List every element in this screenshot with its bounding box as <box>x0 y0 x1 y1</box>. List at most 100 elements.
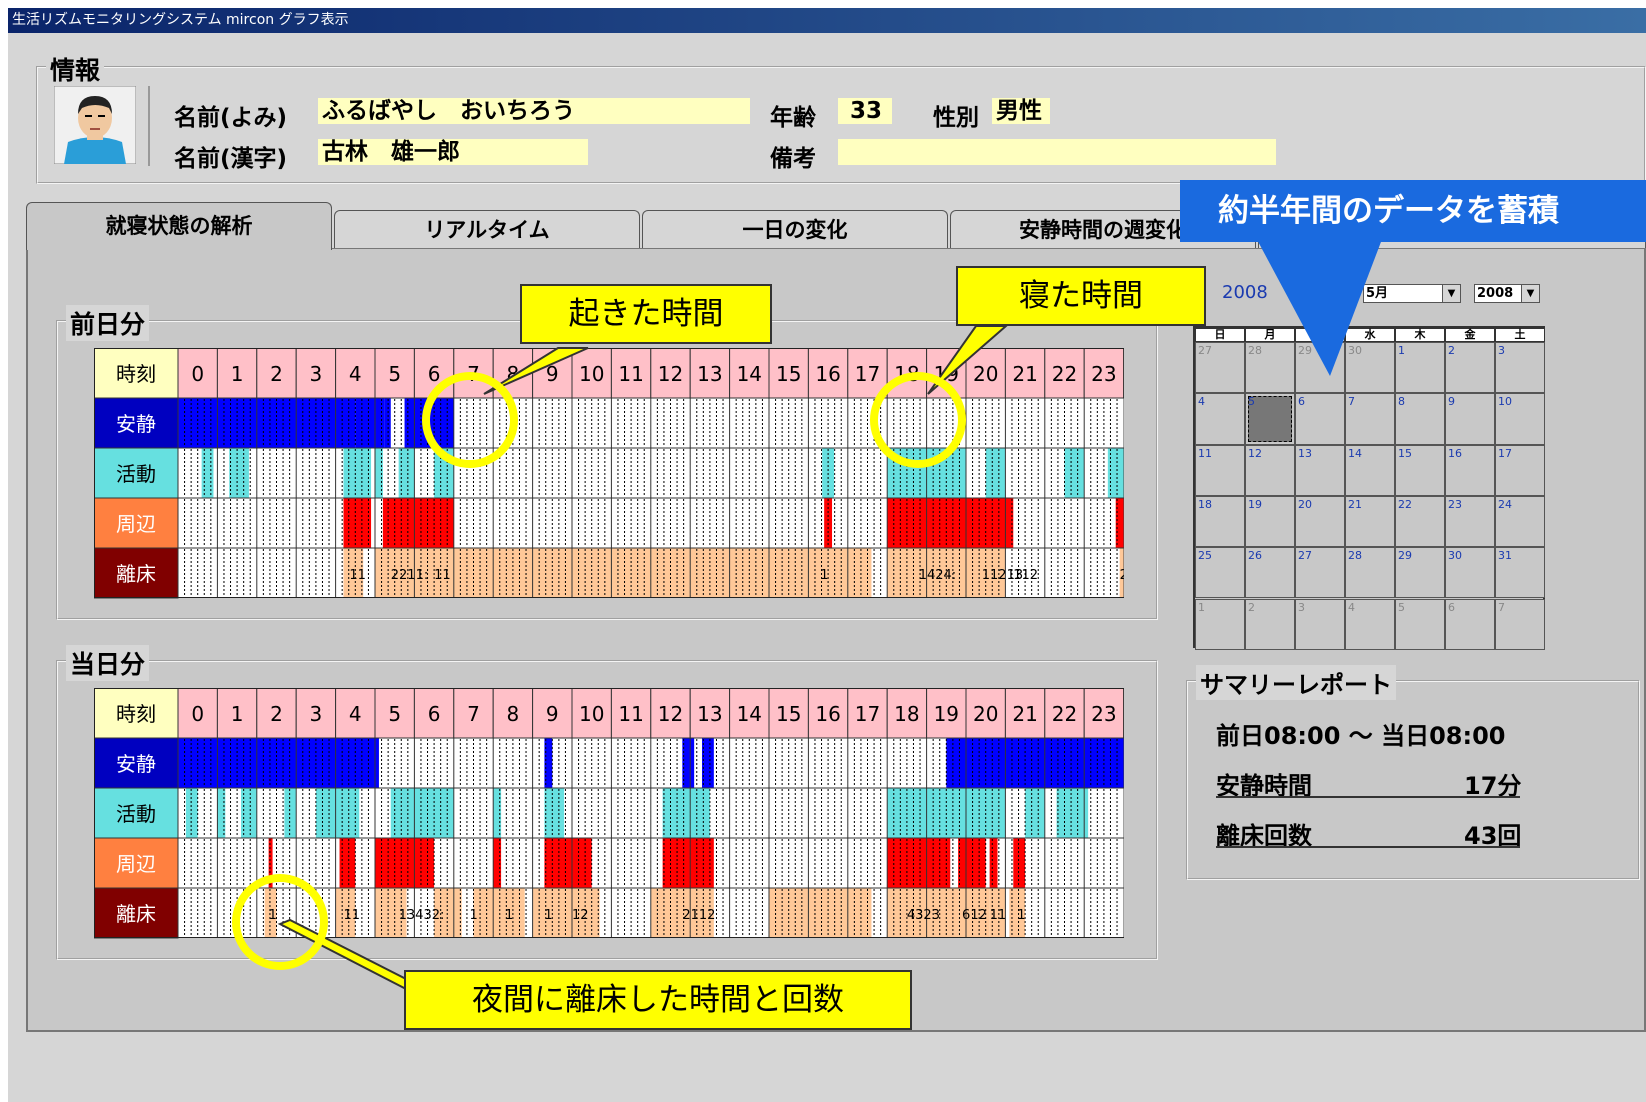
year-select-value: 2008 <box>1477 286 1514 301</box>
tab-daily-change[interactable]: 一日の変化 <box>642 210 948 250</box>
chevron-down-icon[interactable]: ▼ <box>1521 285 1539 302</box>
calendar-day[interactable]: 26 <box>1245 547 1295 599</box>
calendar-day[interactable]: 16 <box>1445 444 1495 496</box>
hour-label: 13 <box>697 702 722 726</box>
hour-label: 20 <box>973 702 998 726</box>
tab-realtime[interactable]: リアルタイム <box>334 210 640 250</box>
hour-label: 7 <box>467 702 480 726</box>
calendar-day[interactable]: 19 <box>1245 495 1295 548</box>
hour-label: 0 <box>191 702 204 726</box>
calendar-day-number: 11 <box>1198 446 1212 460</box>
absent-segment <box>473 888 525 938</box>
activity-segment <box>1025 788 1045 838</box>
hour-label: 10 <box>579 362 604 386</box>
calendar-day[interactable]: 27 <box>1195 342 1245 394</box>
calendar-weekday: 金 <box>1445 328 1495 342</box>
hour-label: 4 <box>349 702 362 726</box>
calendar-day[interactable]: 3 <box>1495 342 1545 394</box>
callout-sleep-time: 寝た時間 <box>956 266 1206 326</box>
calendar-day-number: 4 <box>1348 600 1355 614</box>
calendar-day-number: 5 <box>1398 600 1405 614</box>
row-label: 周辺 <box>116 512 156 536</box>
hour-label: 9 <box>546 362 559 386</box>
calendar-day[interactable]: 20 <box>1295 495 1345 548</box>
calendar-day[interactable]: 11 <box>1195 444 1245 496</box>
absence-count-label: 1 <box>269 908 277 923</box>
calendar-day[interactable]: 30 <box>1445 547 1495 599</box>
calendar-day[interactable]: 4 <box>1195 393 1245 445</box>
calendar-day[interactable]: 6 <box>1445 598 1495 650</box>
calendar-day[interactable]: 21 <box>1345 495 1395 548</box>
calendar-day[interactable]: 2 <box>1245 598 1295 650</box>
sex-label: 性別 <box>933 105 979 131</box>
calendar-day-number: 12 <box>1248 446 1262 460</box>
absent-segment <box>532 888 600 938</box>
calendar-day-number: 18 <box>1198 497 1212 511</box>
hour-label: 21 <box>1012 362 1037 386</box>
calendar-year: 2008 <box>1222 282 1268 303</box>
calendar-day-number: 30 <box>1448 549 1462 563</box>
calendar-day[interactable]: 15 <box>1395 444 1445 496</box>
hour-label: 2 <box>270 702 283 726</box>
calendar-day[interactable]: 7 <box>1345 393 1395 445</box>
nearby-segment <box>544 838 592 888</box>
calendar-day[interactable]: 1 <box>1195 598 1245 650</box>
calendar-day[interactable]: 17 <box>1495 444 1545 496</box>
chevron-down-icon[interactable]: ▼ <box>1442 285 1460 302</box>
activity-segment <box>185 788 198 838</box>
hour-label: 5 <box>388 362 401 386</box>
calendar-day[interactable]: 28 <box>1245 342 1295 394</box>
tab-sleep-analysis[interactable]: 就寝状態の解析 <box>26 202 332 250</box>
calendar-day[interactable]: 5 <box>1395 598 1445 650</box>
calendar-day-number: 3 <box>1298 600 1305 614</box>
calendar-day[interactable]: 8 <box>1395 393 1445 445</box>
calendar-day[interactable]: 28 <box>1345 547 1395 599</box>
calendar-day[interactable]: 12 <box>1245 444 1295 496</box>
calendar-day[interactable]: 3 <box>1295 598 1345 650</box>
calendar-day[interactable]: 7 <box>1495 598 1545 650</box>
calendar-day[interactable]: 2 <box>1445 342 1495 394</box>
absence-count-label: 1 <box>470 908 478 923</box>
hour-label: 11 <box>618 362 643 386</box>
calendar-day[interactable]: 29 <box>1295 342 1345 394</box>
hour-label: 17 <box>855 362 880 386</box>
absence-count-label: 11 <box>343 908 360 923</box>
summary-period: 前日08:00 〜 当日08:00 <box>1216 722 1506 750</box>
year-select[interactable]: 2008 ▼ <box>1474 284 1540 303</box>
calendar-day[interactable]: 31 <box>1495 547 1545 599</box>
calendar-day[interactable]: 5 <box>1245 393 1295 445</box>
calendar-weekday: 土 <box>1495 328 1545 342</box>
calendar-day[interactable]: 13 <box>1295 444 1345 496</box>
row-label: 周辺 <box>116 852 156 876</box>
activity-segment <box>284 788 297 838</box>
activity-segment <box>390 788 454 838</box>
absence-count-label: 11 <box>349 568 366 583</box>
absence-count-label: 2211: <box>391 568 428 583</box>
calendar-day[interactable]: 27 <box>1295 547 1345 599</box>
window-title: 生活リズムモニタリングシステム mircon グラフ表示 <box>8 8 1646 33</box>
calendar-day[interactable]: 10 <box>1495 393 1545 445</box>
calendar-day[interactable]: 24 <box>1495 495 1545 548</box>
calendar-weekday: 木 <box>1395 328 1445 342</box>
calendar-day[interactable]: 30 <box>1345 342 1395 394</box>
month-select[interactable]: 5月 ▼ <box>1363 284 1461 303</box>
nearby-segment <box>375 838 435 888</box>
calendar-day[interactable]: 18 <box>1195 495 1245 548</box>
calendar-day[interactable]: 14 <box>1345 444 1395 496</box>
calendar-day[interactable]: 6 <box>1295 393 1345 445</box>
calendar-day[interactable]: 23 <box>1445 495 1495 548</box>
calendar-day[interactable]: 4 <box>1345 598 1395 650</box>
absence-count-label: 4323 <box>907 908 940 923</box>
activity-segment <box>544 788 565 838</box>
calendar-day-number: 21 <box>1348 497 1362 511</box>
calendar-day[interactable]: 25 <box>1195 547 1245 599</box>
summary-title: サマリーレポート <box>1196 665 1396 700</box>
calendar-day[interactable]: 9 <box>1445 393 1495 445</box>
calendar-day[interactable]: 22 <box>1395 495 1445 548</box>
calendar-day[interactable]: 1 <box>1395 342 1445 394</box>
curr-day-title: 当日分 <box>66 645 150 681</box>
activity-segment <box>1064 448 1085 498</box>
calendar-day-number: 9 <box>1448 395 1455 409</box>
absence-count-label: 1424: <box>919 568 956 583</box>
calendar-day[interactable]: 29 <box>1395 547 1445 599</box>
